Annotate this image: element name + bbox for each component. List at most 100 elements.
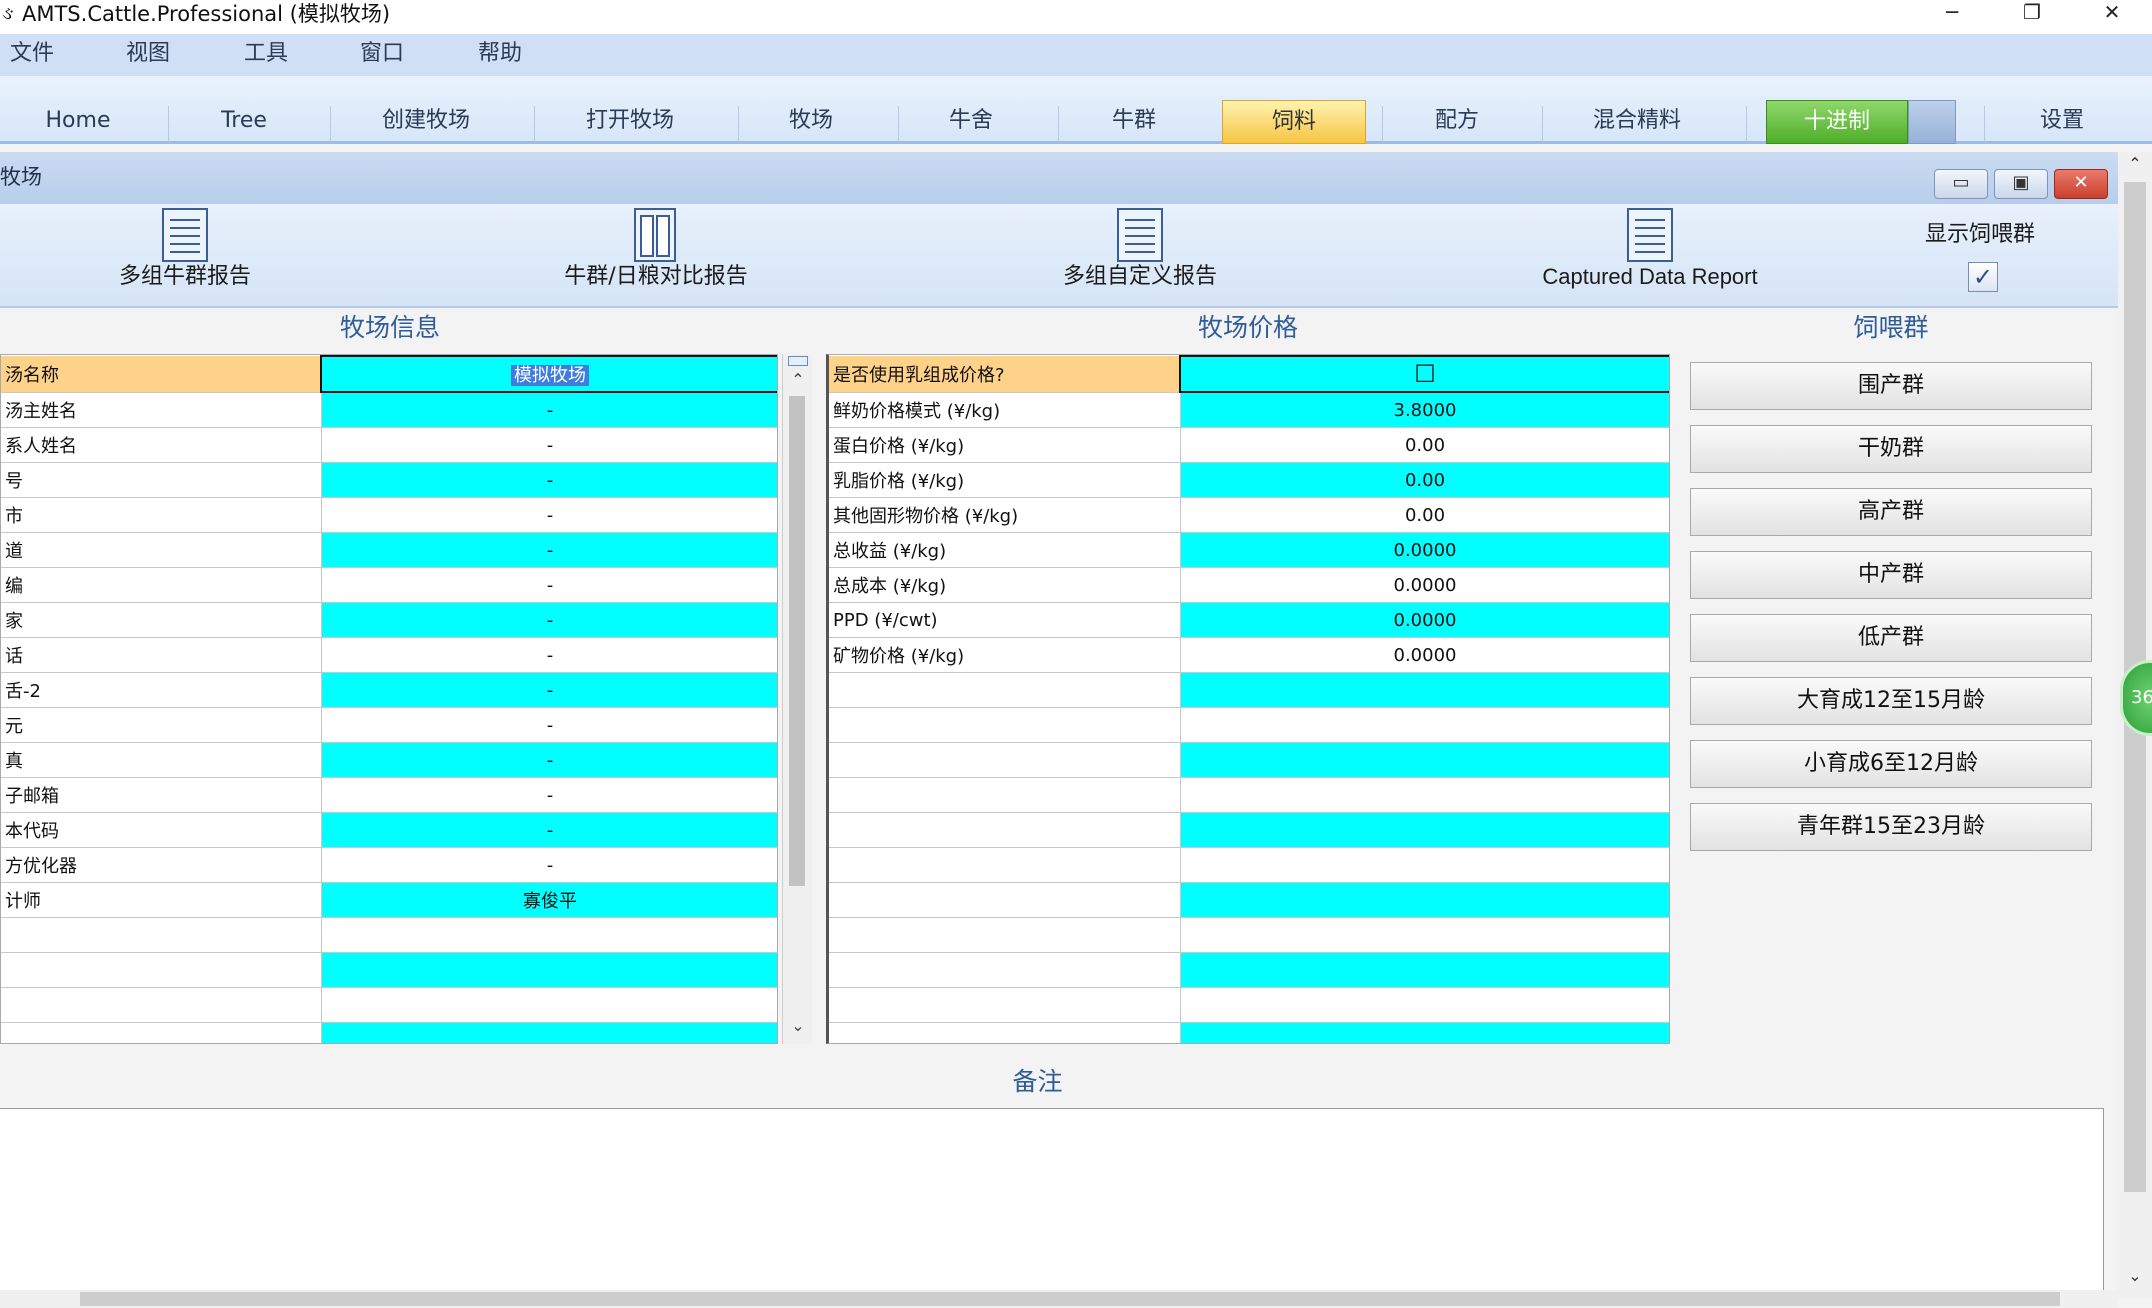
minimize-icon[interactable]: ─ [1920, 0, 1984, 26]
table-row[interactable] [1, 917, 777, 953]
feed-group-button[interactable]: 高产群 [1690, 488, 2092, 536]
table-row[interactable]: 总收益 (¥/kg) 0.0000 [829, 532, 1669, 568]
herd-ration-compare-report-button[interactable]: 牛群/日粮对比报告 [556, 208, 756, 304]
farm-price-value[interactable]: 0.0000 [1180, 567, 1669, 603]
table-row[interactable] [1, 1022, 777, 1043]
table-row[interactable]: 编- [1, 567, 777, 603]
feed-group-button[interactable]: 青年群15至23月龄 [1690, 803, 2092, 851]
tab-formula[interactable]: 配方 [1392, 100, 1522, 144]
grid-menu-icon[interactable] [788, 356, 808, 366]
farm-price-value[interactable] [1180, 742, 1669, 778]
feed-group-button[interactable]: 围产群 [1690, 362, 2092, 410]
window-horizontal-scroll-thumb[interactable] [80, 1292, 2060, 1306]
farm-info-value[interactable]: - [321, 812, 777, 848]
farm-price-value[interactable] [1180, 847, 1669, 883]
table-row[interactable]: 鲜奶价格模式 (¥/kg) 3.8000 [829, 392, 1669, 428]
table-row[interactable]: 总成本 (¥/kg) 0.0000 [829, 567, 1669, 603]
table-row[interactable]: 元- [1, 707, 777, 743]
scroll-down-icon[interactable]: ⌄ [788, 1016, 808, 1040]
tab-feed[interactable]: 饲料 [1222, 100, 1366, 144]
tab-decimal[interactable]: 十进制 [1766, 100, 1908, 144]
table-row[interactable] [829, 777, 1669, 813]
farm-info-value[interactable]: - [321, 427, 777, 463]
farm-info-value[interactable]: - [321, 392, 777, 428]
table-row[interactable]: PPD (¥/cwt) 0.0000 [829, 602, 1669, 638]
table-row[interactable]: 矿物价格 (¥/kg) 0.0000 [829, 637, 1669, 673]
scroll-down-icon[interactable]: ⌄ [2124, 1266, 2146, 1290]
table-row[interactable]: 号- [1, 462, 777, 498]
menu-tools[interactable]: 工具 [244, 34, 288, 76]
decimal-toggle[interactable] [1908, 100, 1956, 144]
farm-price-value[interactable] [1180, 952, 1669, 988]
table-row[interactable]: 本代码 - [1, 812, 777, 848]
menu-window[interactable]: 窗口 [360, 34, 404, 76]
feed-group-button[interactable]: 干奶群 [1690, 425, 2092, 473]
close-icon[interactable]: ✕ [2080, 0, 2144, 26]
farm-info-value[interactable] [321, 1022, 777, 1043]
child-minimize-icon[interactable]: ▭ [1934, 169, 1988, 199]
table-row[interactable] [1, 952, 777, 988]
show-feed-groups-checkbox[interactable]: ✓ [1968, 262, 1998, 292]
table-row[interactable] [829, 917, 1669, 953]
tab-barn[interactable]: 牛舍 [908, 100, 1034, 144]
use-milk-component-price-checkbox[interactable]: ☐ [1179, 355, 1669, 393]
table-row[interactable]: 汤名称 模拟牧场 [1, 355, 777, 393]
table-row[interactable]: 是否使用乳组成价格? ☐ [829, 355, 1669, 393]
scroll-up-icon[interactable]: ⌃ [788, 370, 808, 394]
table-row[interactable]: 系人姓名 - [1, 427, 777, 463]
table-row[interactable]: 蛋白价格 (¥/kg) 0.00 [829, 427, 1669, 463]
farm-info-value[interactable]: - [321, 462, 777, 498]
tab-home[interactable]: Home [10, 100, 146, 144]
table-row[interactable]: 其他固形物价格 (¥/kg) 0.00 [829, 497, 1669, 533]
table-row[interactable] [829, 742, 1669, 778]
child-restore-icon[interactable]: ▣ [1994, 169, 2048, 199]
table-row[interactable] [829, 847, 1669, 883]
table-row[interactable]: 道- [1, 532, 777, 568]
restore-icon[interactable]: ❐ [2000, 0, 2064, 26]
tab-open-farm[interactable]: 打开牧场 [544, 100, 716, 144]
farm-price-value[interactable]: 3.8000 [1180, 392, 1669, 428]
farm-price-value[interactable] [1180, 707, 1669, 743]
farm-price-value[interactable]: 0.0000 [1180, 637, 1669, 673]
farm-price-value[interactable] [1180, 917, 1669, 953]
table-row[interactable]: 舌-2- [1, 672, 777, 708]
farm-info-value[interactable]: - [321, 672, 777, 708]
table-row[interactable] [829, 812, 1669, 848]
farm-price-value[interactable]: 0.0000 [1180, 532, 1669, 568]
table-row[interactable] [829, 952, 1669, 988]
table-row[interactable] [829, 987, 1669, 1023]
tab-mixed-concentrate[interactable]: 混合精料 [1552, 100, 1722, 144]
table-row[interactable]: 家- [1, 602, 777, 638]
table-row[interactable]: 乳脂价格 (¥/kg) 0.00 [829, 462, 1669, 498]
farm-info-value[interactable] [321, 917, 777, 953]
farm-price-value[interactable] [1180, 812, 1669, 848]
farm-info-value[interactable]: - [321, 707, 777, 743]
farm-price-value[interactable]: 0.00 [1180, 462, 1669, 498]
menu-file[interactable]: 文件 [10, 34, 54, 76]
farm-info-scroll-thumb[interactable] [789, 396, 805, 886]
table-row[interactable]: 真- [1, 742, 777, 778]
farm-price-value[interactable] [1180, 672, 1669, 708]
feed-group-button[interactable]: 大育成12至15月龄 [1690, 677, 2092, 725]
tab-create-farm[interactable]: 创建牧场 [340, 100, 512, 144]
multi-custom-report-button[interactable]: 多组自定义报告 [1050, 208, 1230, 304]
table-row[interactable]: 汤主姓名 - [1, 392, 777, 428]
farm-info-value[interactable]: 模拟牧场 [320, 355, 777, 393]
tab-settings[interactable]: 设置 [1994, 100, 2130, 144]
farm-info-value[interactable]: - [321, 602, 777, 638]
farm-price-value[interactable] [1180, 1022, 1669, 1043]
child-close-icon[interactable]: ✕ [2054, 169, 2108, 199]
notes-textarea[interactable] [0, 1108, 2104, 1298]
multi-herd-report-button[interactable]: 多组牛群报告 [100, 208, 270, 304]
farm-info-value[interactable]: - [321, 777, 777, 813]
table-row[interactable] [1, 987, 777, 1023]
tab-farm[interactable]: 牧场 [748, 100, 874, 144]
farm-price-value[interactable] [1180, 882, 1669, 918]
farm-info-value[interactable]: - [321, 567, 777, 603]
table-row[interactable]: 市- [1, 497, 777, 533]
feed-group-button[interactable]: 低产群 [1690, 614, 2092, 662]
menu-help[interactable]: 帮助 [478, 34, 522, 76]
tab-herd[interactable]: 牛群 [1068, 100, 1200, 144]
farm-price-value[interactable]: 0.0000 [1180, 602, 1669, 638]
feed-group-button[interactable]: 中产群 [1690, 551, 2092, 599]
